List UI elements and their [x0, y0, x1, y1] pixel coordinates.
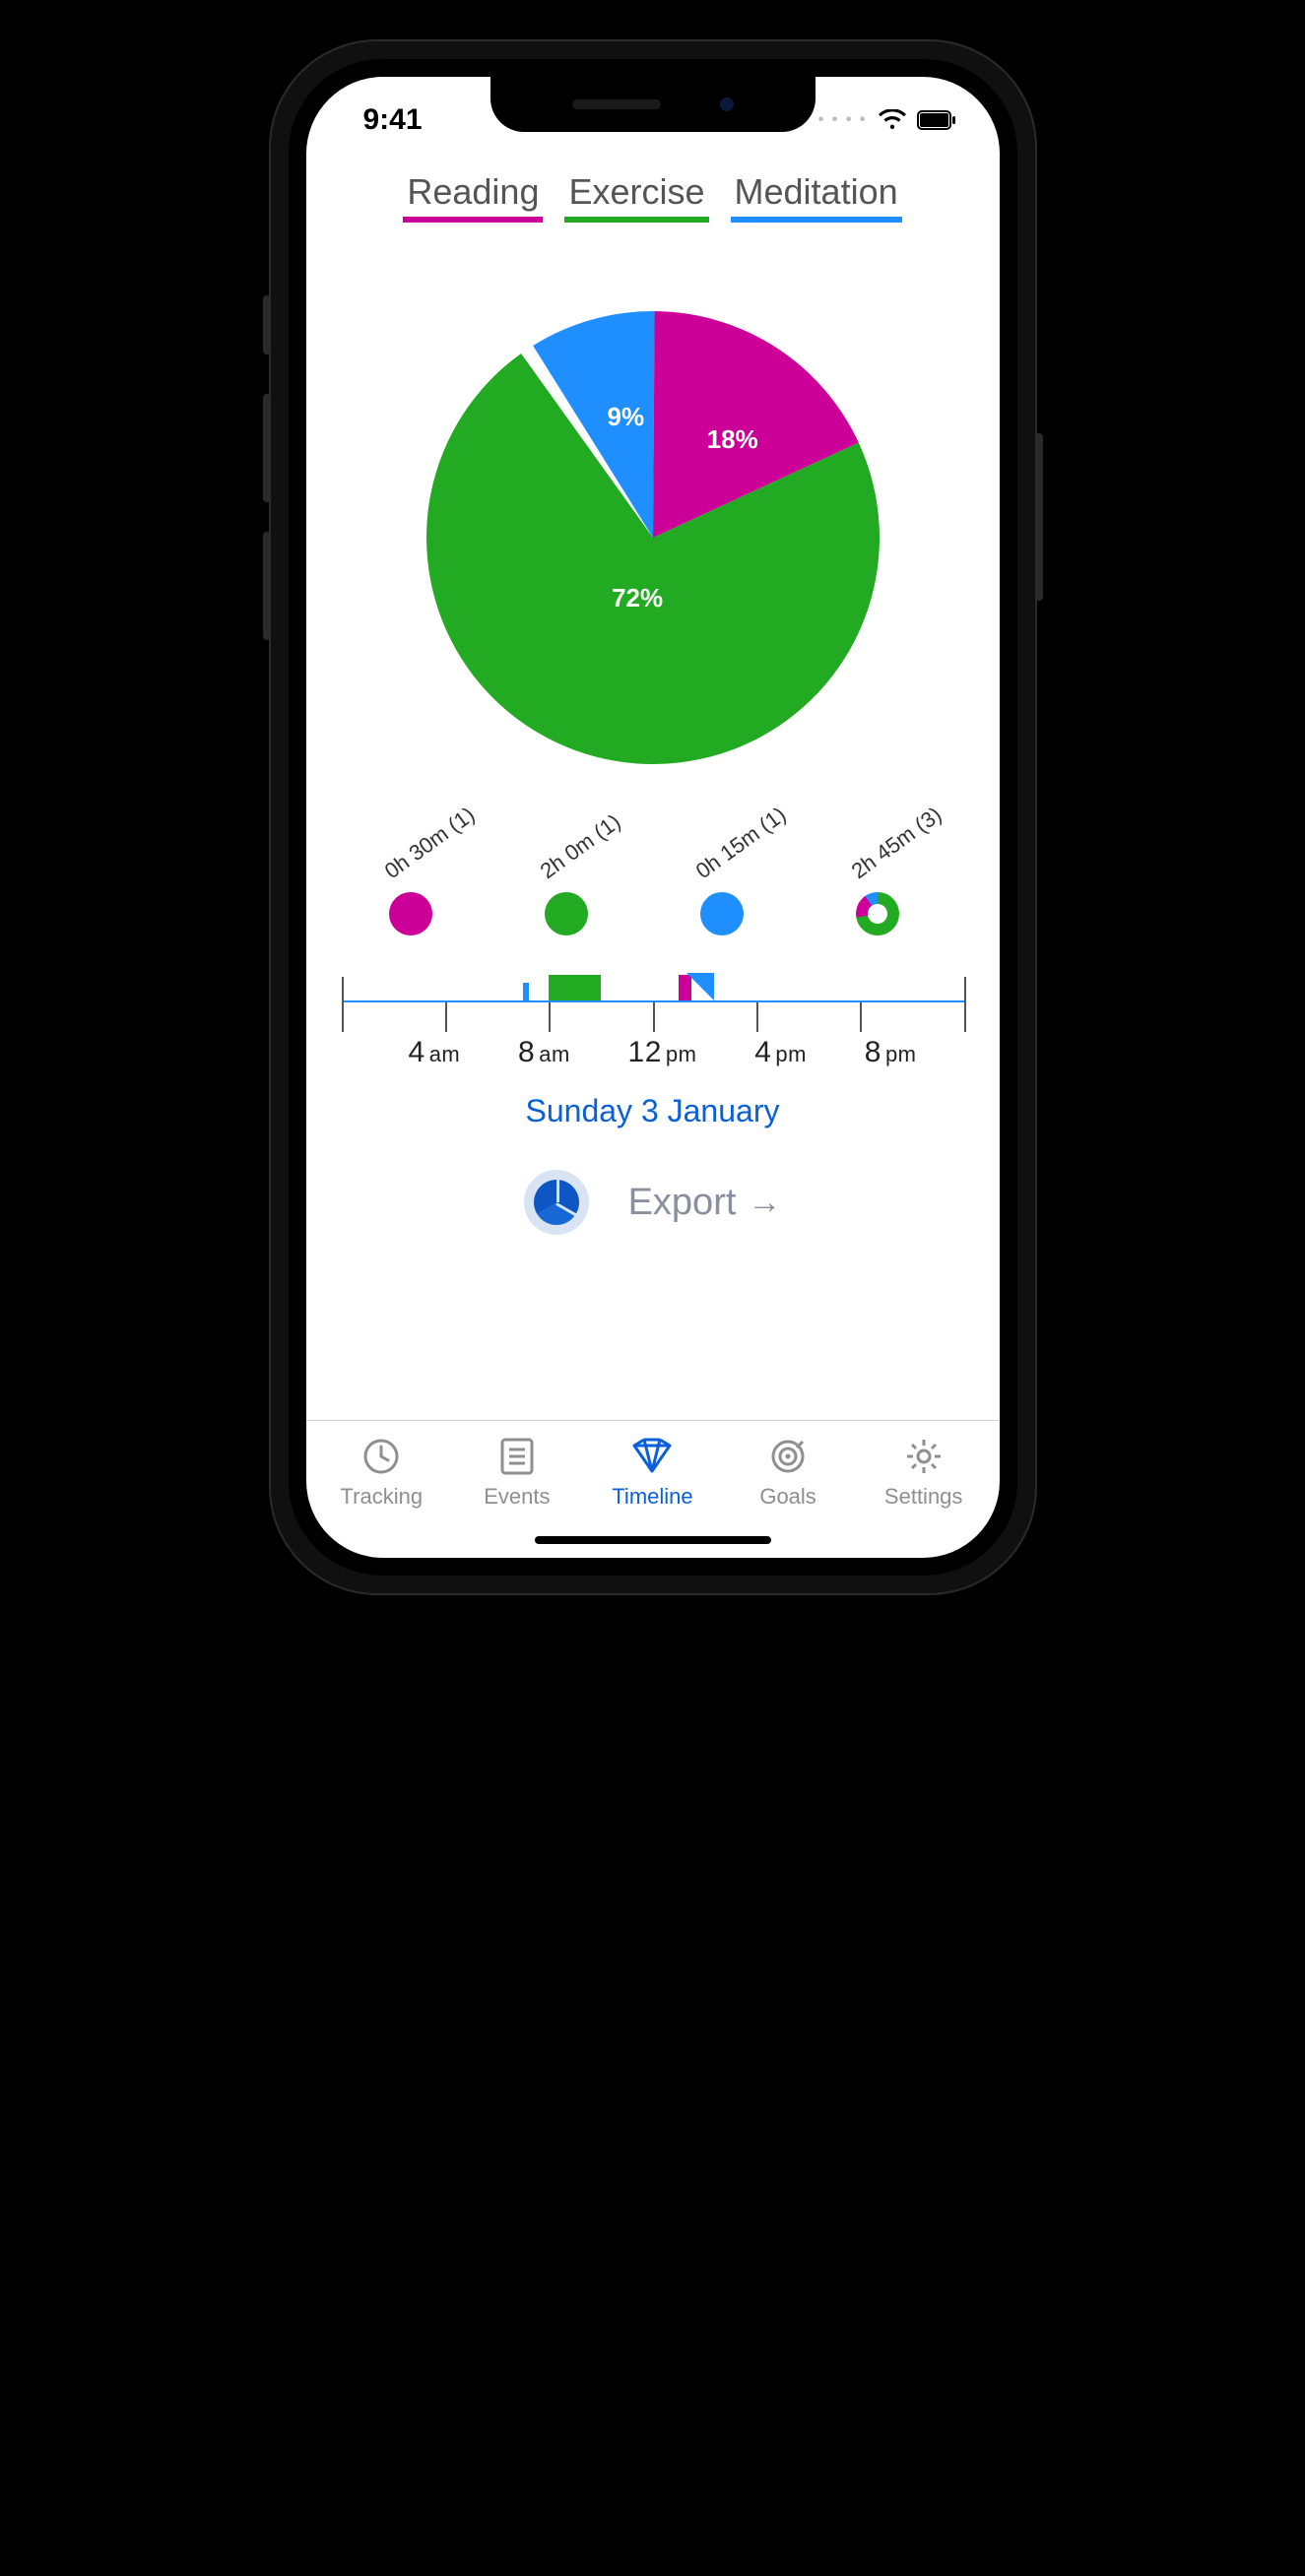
pie-chart[interactable]: 18% 72% 9%	[426, 311, 880, 764]
gear-icon	[856, 1435, 992, 1478]
donut-icon	[856, 892, 899, 935]
tab-events[interactable]: Events	[449, 1435, 585, 1522]
legend-tab-meditation[interactable]: Meditation	[731, 171, 902, 223]
legend-tab-reading[interactable]: Reading	[403, 171, 543, 223]
side-button	[263, 295, 271, 354]
summary-reading[interactable]: 0h 30m (1)	[365, 859, 474, 935]
screen: 9:41 • • • • Reading Exercise Meditation	[306, 77, 1000, 1558]
dot-icon	[389, 892, 432, 935]
summary-label: 0h 15m (1)	[690, 817, 769, 884]
wifi-icon	[878, 109, 907, 131]
timeline-axis-labels: 4am 8am 12pm 4pm 8pm	[409, 1036, 917, 1069]
pie-label-exercise: 72%	[612, 583, 663, 613]
tab-label: Tracking	[341, 1484, 424, 1509]
diamond-icon	[585, 1435, 721, 1478]
legend-tab-exercise[interactable]: Exercise	[564, 171, 708, 223]
side-button	[263, 532, 271, 640]
battery-icon	[917, 110, 956, 130]
tick	[860, 1002, 862, 1032]
summary-meditation[interactable]: 0h 15m (1)	[677, 859, 785, 935]
tick	[653, 1002, 655, 1032]
home-indicator[interactable]	[535, 1536, 771, 1544]
tab-label: Timeline	[612, 1484, 692, 1509]
dot-icon	[700, 892, 744, 935]
chart-type-button[interactable]	[524, 1170, 589, 1235]
tab-goals[interactable]: Goals	[720, 1435, 856, 1522]
summary-label: 0h 30m (1)	[379, 817, 458, 884]
tab-tracking[interactable]: Tracking	[314, 1435, 450, 1522]
timeline-event-meditation[interactable]	[523, 983, 530, 1000]
tick	[756, 1002, 758, 1032]
pie-icon	[534, 1180, 579, 1225]
export-button[interactable]: Export →	[628, 1182, 782, 1224]
pie-label-meditation: 9%	[608, 402, 645, 432]
timeline-event-overlay[interactable]	[686, 973, 714, 1000]
day-timeline[interactable]: 4am 8am 12pm 4pm 8pm Sunday 3 January	[306, 969, 1000, 1117]
phone-frame: 9:41 • • • • Reading Exercise Meditation	[269, 39, 1037, 1595]
summary-total[interactable]: 2h 45m (3)	[832, 859, 941, 935]
summary-label: 2h 0m (1)	[535, 817, 614, 884]
summary-exercise[interactable]: 2h 0m (1)	[521, 859, 629, 935]
tab-label: Goals	[759, 1484, 816, 1509]
clock-icon	[314, 1435, 450, 1478]
target-icon	[720, 1435, 856, 1478]
timeline-date: Sunday 3 January	[306, 1093, 1000, 1129]
dot-icon	[545, 892, 588, 935]
pie-label-reading: 18%	[707, 424, 758, 455]
side-button	[263, 394, 271, 502]
tab-label: Settings	[884, 1484, 963, 1509]
tick	[342, 977, 344, 1032]
timeline-event-exercise[interactable]	[549, 975, 601, 1000]
tick	[549, 1002, 551, 1032]
tick	[445, 1002, 447, 1032]
status-time: 9:41	[363, 103, 423, 137]
side-button	[1035, 433, 1043, 601]
summary-label: 2h 45m (3)	[846, 817, 925, 884]
tab-settings[interactable]: Settings	[856, 1435, 992, 1522]
tick	[964, 977, 966, 1032]
notch	[490, 77, 816, 132]
export-label: Export	[628, 1182, 737, 1224]
tab-label: Events	[484, 1484, 550, 1509]
list-icon	[449, 1435, 585, 1478]
category-legend: Reading Exercise Meditation	[306, 171, 1000, 223]
arrow-right-icon: →	[748, 1184, 781, 1222]
signal-dots-icon: • • • •	[818, 111, 868, 129]
tab-timeline[interactable]: Timeline	[585, 1435, 721, 1522]
summary-legend: 0h 30m (1) 2h 0m (1) 0h 15m (1) 2h 45m (…	[306, 859, 1000, 935]
